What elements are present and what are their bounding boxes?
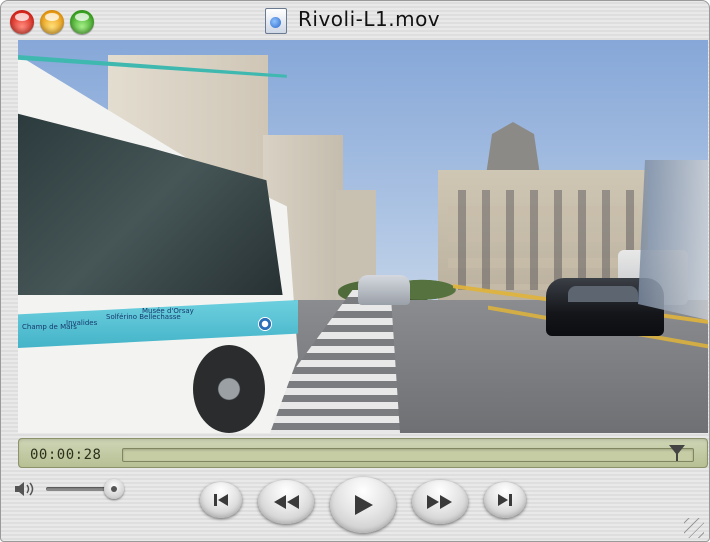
quicktime-window: Rivoli-L1.mov Champ de Mars Invalides So…: [0, 0, 710, 542]
play-button[interactable]: [330, 477, 396, 533]
video-edge-object: [638, 160, 708, 320]
window-title: Rivoli-L1.mov: [298, 7, 441, 31]
playhead-icon[interactable]: [668, 445, 685, 461]
play-icon: [355, 495, 373, 515]
video-building-windows: [448, 190, 638, 290]
quicktime-movie-icon[interactable]: [265, 8, 287, 34]
scrubber-track[interactable]: [122, 448, 694, 462]
bus-logo-icon: [258, 317, 272, 331]
skip-to-start-icon: [214, 494, 228, 506]
rewind-icon: [274, 495, 299, 509]
current-time: 00:00:28: [30, 447, 102, 463]
close-icon[interactable]: [10, 10, 34, 34]
speaker-icon[interactable]: [14, 481, 38, 497]
rewind-button[interactable]: [258, 480, 314, 524]
skip-to-start-button[interactable]: [200, 482, 242, 518]
bus-stop-label: Musée d'Orsay: [142, 307, 194, 315]
video-car: [358, 275, 410, 305]
volume-slider-thumb[interactable]: [104, 479, 125, 499]
minimize-icon[interactable]: [40, 10, 64, 34]
skip-to-end-icon: [498, 494, 512, 506]
fast-forward-button[interactable]: [412, 480, 468, 524]
skip-to-end-button[interactable]: [484, 482, 526, 518]
resize-grip[interactable]: [684, 518, 704, 538]
video-frame[interactable]: Champ de Mars Invalides Solférino Bellec…: [18, 40, 708, 433]
video-bus: Champ de Mars Invalides Solférino Bellec…: [18, 55, 298, 433]
bus-wheel: [193, 345, 265, 433]
fast-forward-icon: [427, 495, 452, 509]
zoom-icon[interactable]: [70, 10, 94, 34]
bus-stop-label: Invalides: [66, 319, 98, 327]
title-bar[interactable]: Rivoli-L1.mov: [0, 0, 710, 40]
